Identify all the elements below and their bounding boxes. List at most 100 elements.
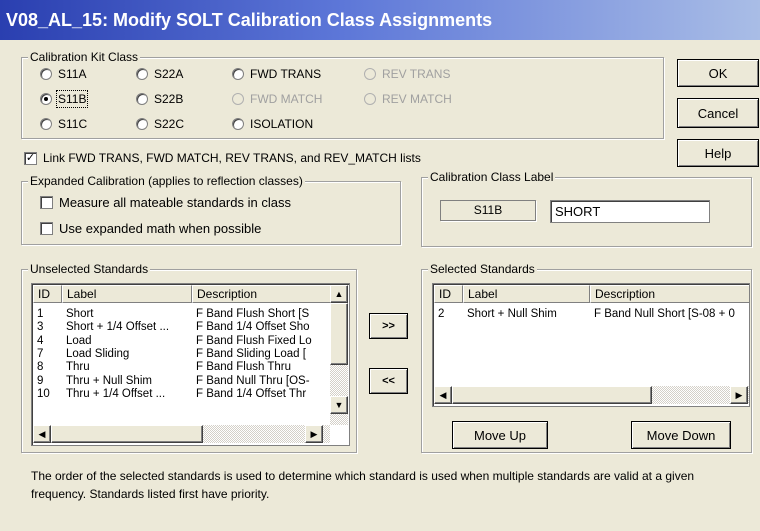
radio-label: S22B	[154, 92, 184, 106]
add-standard-button[interactable]: >>	[369, 313, 408, 339]
radio-indicator[interactable]	[40, 118, 52, 130]
unselected-list-header: ID Label Description	[33, 285, 331, 303]
ok-button[interactable]: OK	[677, 59, 759, 87]
cell-id: 4	[37, 334, 44, 347]
cell-id: 9	[37, 374, 44, 387]
radio-indicator[interactable]	[232, 118, 244, 130]
move-up-button[interactable]: Move Up	[452, 421, 548, 449]
cell-label: Short + 1/4 Offset ...	[66, 321, 170, 334]
selected-list-header: ID Label Description	[434, 285, 749, 303]
radio-rev-trans: REV TRANS	[364, 67, 450, 81]
help-button[interactable]: Help	[677, 139, 759, 167]
measure-all-check-box[interactable]	[40, 196, 53, 209]
selected-standards-list[interactable]: ID Label Description 2 Short + Null Shim F…	[432, 283, 750, 407]
unselected-scroll-right-button[interactable]: ▶	[305, 425, 323, 443]
radio-s22b[interactable]: S22B	[136, 92, 183, 106]
calibration-kit-class-group: Calibration Kit Class	[21, 50, 664, 139]
unselected-scroll-down-button[interactable]: ▼	[330, 396, 348, 414]
calibration-kit-class-legend: Calibration Kit Class	[28, 50, 141, 64]
radio-indicator	[232, 93, 244, 105]
unselected-col-label[interactable]: Label	[62, 285, 192, 303]
cell-label: Thru + Null Shim	[66, 374, 152, 387]
selected-scroll-right-button[interactable]: ▶	[730, 386, 748, 404]
cell-label: Thru + 1/4 Offset ...	[66, 387, 166, 400]
radio-isolation[interactable]: ISOLATION	[232, 117, 313, 131]
cell-id: 10	[37, 387, 50, 400]
selected-col-label[interactable]: Label	[463, 285, 590, 303]
cell-label: Thru	[66, 361, 90, 374]
cell-label: Load	[66, 334, 92, 347]
class-label-input[interactable]: SHORT	[550, 200, 710, 223]
radio-indicator[interactable]	[136, 93, 148, 105]
unselected-standards-legend: Unselected Standards	[28, 262, 151, 276]
cell-description: F Band Flush Thru	[196, 361, 292, 374]
move-down-button[interactable]: Move Down	[631, 421, 731, 449]
cell-description: F Band Sliding Load [	[196, 347, 306, 360]
radio-rev-match: REV MATCH	[364, 92, 452, 106]
list-item[interactable]: 3 Short + 1/4 Offset ... F Band 1/4 Offset…	[33, 321, 330, 333]
class-name-label: S11B	[440, 200, 536, 221]
cell-id: 3	[37, 321, 44, 334]
measure-all-checkbox[interactable]: Measure all mateable standards in class	[40, 195, 291, 210]
cell-id: 2	[438, 308, 445, 320]
unselected-standards-list[interactable]: ID Label Description 1 Short F Band Flush …	[31, 283, 350, 446]
selected-scroll-left-button[interactable]: ◀	[434, 386, 452, 404]
selected-standards-legend: Selected Standards	[428, 262, 537, 276]
radio-indicator[interactable]	[136, 68, 148, 80]
radio-label: FWD TRANS	[250, 67, 322, 81]
priority-note: The order of the selected standards is u…	[31, 469, 695, 501]
radio-fwd-trans[interactable]: FWD TRANS	[232, 67, 321, 81]
expanded-math-checkbox[interactable]: Use expanded math when possible	[40, 221, 261, 236]
cell-id: 1	[37, 308, 44, 320]
unselected-hscroll-thumb[interactable]	[51, 425, 203, 443]
cell-id: 8	[37, 361, 44, 374]
radio-label: S11C	[58, 117, 88, 131]
cell-id: 7	[37, 347, 44, 360]
expanded-math-label: Use expanded math when possible	[59, 221, 262, 236]
class-label-legend: Calibration Class Label	[428, 170, 556, 184]
radio-label: S11A	[58, 67, 87, 81]
radio-fwd-match: FWD MATCH	[232, 92, 322, 106]
list-item[interactable]: 8 Thru F Band Flush Thru	[33, 361, 330, 373]
radio-indicator[interactable]	[40, 93, 52, 105]
link-lists-check-box[interactable]: ✓	[24, 151, 37, 165]
unselected-col-id[interactable]: ID	[33, 285, 62, 303]
cell-label: Load Sliding	[66, 347, 130, 360]
unselected-scroll-up-button[interactable]: ▲	[330, 285, 348, 303]
radio-label: S22A	[154, 67, 184, 81]
cell-label: Short	[66, 308, 94, 320]
expanded-calibration-legend: Expanded Calibration (applies to reflect…	[28, 174, 305, 188]
radio-indicator	[364, 68, 376, 80]
radio-s11b[interactable]: S11B	[40, 90, 89, 108]
unselected-vscroll-thumb[interactable]	[330, 303, 348, 365]
radio-label: S22C	[154, 117, 185, 131]
radio-indicator[interactable]	[232, 68, 244, 80]
radio-s11a[interactable]: S11A	[40, 67, 86, 81]
radio-label: S11B	[55, 90, 89, 108]
unselected-scroll-left-button[interactable]: ◀	[33, 425, 51, 443]
radio-indicator[interactable]	[40, 68, 52, 80]
window-title: V08_AL_15: Modify SOLT Calibration Class…	[0, 0, 760, 40]
list-item[interactable]: 2 Short + Null Shim F Band Null Short [S-0…	[434, 308, 749, 320]
radio-s22a[interactable]: S22A	[136, 67, 183, 81]
selected-col-id[interactable]: ID	[434, 285, 463, 303]
selected-col-description[interactable]: Description	[590, 285, 749, 303]
link-lists-label: Link FWD TRANS, FWD MATCH, REV TRANS, an…	[43, 151, 421, 165]
cancel-button[interactable]: Cancel	[677, 98, 759, 128]
list-item[interactable]: 7 Load Sliding F Band Sliding Load [	[33, 348, 330, 360]
selected-hscroll-thumb[interactable]	[452, 386, 652, 404]
cell-label: Short + Null Shim	[467, 308, 557, 320]
link-lists-checkbox[interactable]: ✓ Link FWD TRANS, FWD MATCH, REV TRANS, …	[24, 151, 421, 165]
radio-s11c[interactable]: S11C	[40, 117, 87, 131]
list-item[interactable]: 9 Thru + Null Shim F Band Null Thru [OS-	[33, 375, 330, 387]
list-item[interactable]: 4 Load F Band Flush Fixed Lo	[33, 335, 330, 347]
cell-description: F Band Null Short [S-08 + 0	[594, 308, 735, 320]
remove-standard-button[interactable]: <<	[369, 368, 408, 394]
list-item[interactable]: 10 Thru + 1/4 Offset ... F Band 1/4 Offset…	[33, 388, 330, 400]
unselected-col-description[interactable]: Description	[192, 285, 331, 303]
radio-s22c[interactable]: S22C	[136, 117, 184, 131]
list-item[interactable]: 1 Short F Band Flush Short [S	[33, 308, 330, 320]
radio-indicator[interactable]	[136, 118, 148, 130]
radio-indicator	[364, 93, 376, 105]
expanded-math-check-box[interactable]	[40, 222, 53, 235]
